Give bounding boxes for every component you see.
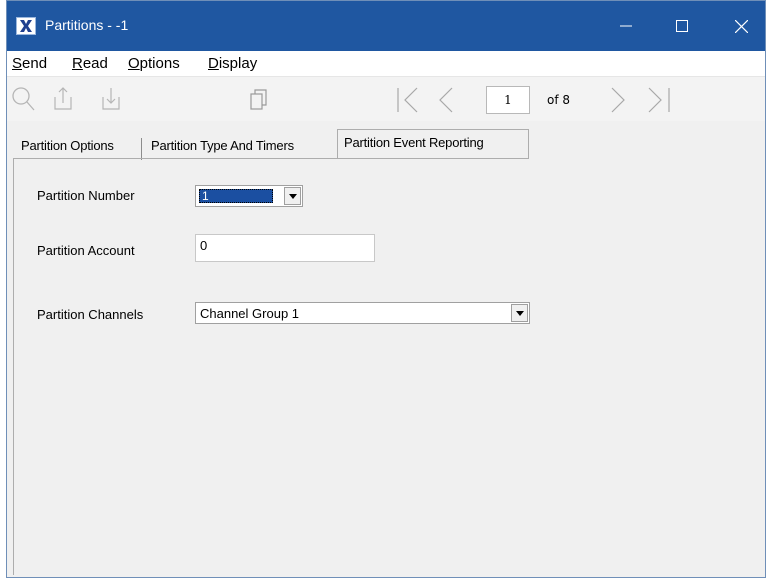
minimize-button[interactable] <box>603 1 649 51</box>
last-page-icon[interactable] <box>643 86 673 117</box>
partition-channels-value: Channel Group 1 <box>200 306 300 321</box>
partition-channels-select[interactable]: Channel Group 1 <box>195 302 530 324</box>
app-x-icon <box>16 17 36 35</box>
previous-page-icon[interactable] <box>432 86 462 117</box>
menu-options[interactable]: Options <box>128 55 180 72</box>
menu-bar: Send Read Options Display <box>7 51 765 77</box>
maximize-icon <box>676 20 688 32</box>
first-page-icon[interactable] <box>395 86 425 117</box>
next-page-icon[interactable] <box>604 86 634 117</box>
copy-icon[interactable] <box>247 85 271 116</box>
partition-account-label: Partition Account <box>37 243 135 258</box>
menu-send[interactable]: Send <box>12 55 47 72</box>
minimize-icon <box>620 25 632 27</box>
menu-display[interactable]: Display <box>208 55 257 72</box>
tab-panel-left-border <box>13 158 14 575</box>
partition-number-label: Partition Number <box>37 188 135 203</box>
window-title: Partitions - -1 <box>45 17 129 33</box>
content-area: Partition Options Partition Type And Tim… <box>7 121 765 577</box>
tab-partition-event-reporting[interactable]: Partition Event Reporting <box>337 129 529 159</box>
partition-number-select[interactable]: 1 <box>195 185 303 207</box>
maximize-button[interactable] <box>659 1 705 51</box>
partitions-window: Partitions - -1 Send Read Options Displa… <box>6 0 766 578</box>
close-icon <box>734 19 748 33</box>
partition-number-value: 1 <box>199 189 273 203</box>
page-number-field[interactable]: 1 <box>486 86 530 114</box>
toolbar: 1 of 8 <box>7 77 765 121</box>
tab-divider <box>141 138 142 160</box>
chevron-down-icon[interactable] <box>511 304 528 322</box>
title-bar[interactable]: Partitions - -1 <box>7 1 765 51</box>
partition-channels-label: Partition Channels <box>37 307 144 322</box>
tab-panel-border <box>13 158 528 159</box>
partition-account-input[interactable]: 0 <box>195 234 375 262</box>
chevron-down-icon[interactable] <box>284 187 301 205</box>
page-total-label: of 8 <box>547 93 571 107</box>
upload-icon[interactable] <box>51 85 75 116</box>
tab-partition-options[interactable]: Partition Options <box>15 132 120 156</box>
download-icon[interactable] <box>99 85 123 116</box>
search-icon[interactable] <box>10 85 36 116</box>
menu-read[interactable]: Read <box>72 55 108 72</box>
tab-partition-type-and-timers[interactable]: Partition Type And Timers <box>145 132 300 156</box>
close-button[interactable] <box>718 1 764 51</box>
